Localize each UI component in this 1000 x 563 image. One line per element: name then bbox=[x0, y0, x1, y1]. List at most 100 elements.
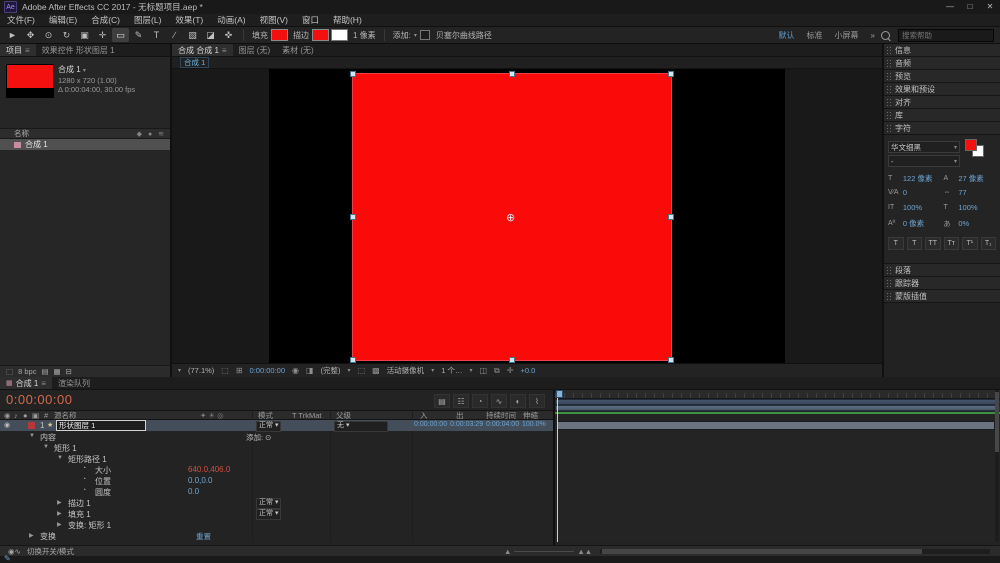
graph-editor-icon[interactable]: ⌇ bbox=[529, 394, 545, 408]
collapse-arrow-icon[interactable]: ▼ bbox=[43, 444, 49, 450]
parent-column-header[interactable]: 父级 bbox=[336, 411, 351, 420]
fill-label[interactable]: 填充 bbox=[252, 30, 268, 41]
menu-item-8[interactable]: 帮助(H) bbox=[326, 14, 369, 26]
stroke-color-swatch[interactable] bbox=[312, 29, 329, 41]
expand-arrow-icon[interactable]: ▶ bbox=[57, 510, 62, 517]
stretch-column-header[interactable]: 伸缩 bbox=[523, 411, 538, 420]
pen-tool[interactable]: ✎ bbox=[130, 28, 147, 42]
faux-style-button-0[interactable]: T bbox=[888, 237, 904, 250]
property-value[interactable]: 640.0,406.0 bbox=[188, 465, 230, 474]
faux-style-button-3[interactable]: Tт bbox=[943, 237, 959, 250]
stopwatch-icon[interactable]: ◔ bbox=[82, 487, 86, 494]
character-value[interactable]: 77 bbox=[958, 188, 996, 197]
menu-item-4[interactable]: 效果(T) bbox=[168, 14, 210, 26]
expand-arrow-icon[interactable]: ▶ bbox=[57, 521, 62, 528]
collapse-arrow-icon[interactable]: ▼ bbox=[57, 455, 63, 461]
menu-item-3[interactable]: 图层(L) bbox=[127, 14, 168, 26]
text-color-swatches[interactable] bbox=[963, 139, 985, 157]
magnification-select[interactable]: (77.1%) bbox=[188, 366, 214, 375]
time-ruler[interactable] bbox=[555, 390, 1000, 399]
collapse-arrow-icon[interactable]: ▼ bbox=[29, 433, 35, 439]
layer-stretch-value[interactable]: 100.0% bbox=[522, 421, 546, 428]
audio-column-icon[interactable]: ♪ bbox=[14, 411, 18, 420]
breadcrumb[interactable]: 合成 1 bbox=[180, 57, 210, 68]
source-name-column-header[interactable]: 源名称 bbox=[54, 411, 77, 420]
layer-row[interactable]: ◉ 1 ★ 正常 ▾ 无 ▾ 0:00:00:00 0:00:03:29 0:0… bbox=[0, 420, 553, 432]
timeline-divider[interactable] bbox=[553, 390, 555, 545]
dock-panel-5[interactable]: 库 bbox=[884, 109, 1000, 122]
puppet-pin-tool[interactable]: ✜ bbox=[220, 28, 237, 42]
hide-shy-layers-icon[interactable]: ◔ bbox=[472, 394, 488, 408]
workspace-1[interactable]: 标准 bbox=[807, 30, 823, 41]
view-layout-select[interactable]: 1 个… bbox=[441, 365, 462, 376]
snapshot-icon[interactable]: ◉ bbox=[292, 366, 299, 375]
new-folder-icon[interactable]: ▤ bbox=[41, 367, 48, 376]
timeline-button-icon[interactable]: ✛ bbox=[507, 366, 514, 375]
panel-menu-icon[interactable]: ≡ bbox=[41, 379, 46, 388]
timeline-vertical-scrollbar[interactable] bbox=[995, 390, 999, 542]
dock-panel-1[interactable]: 音频 bbox=[884, 57, 1000, 70]
panel-divider[interactable] bbox=[170, 44, 172, 377]
tab-effect-controls[interactable]: 效果控件 形状图层 1 bbox=[36, 44, 121, 56]
menu-item-0[interactable]: 文件(F) bbox=[0, 14, 42, 26]
eraser-tool[interactable]: ◪ bbox=[202, 28, 219, 42]
stroke-none-swatch[interactable] bbox=[331, 29, 348, 41]
hand-tool[interactable]: ✥ bbox=[22, 28, 39, 42]
timeline-track-area[interactable] bbox=[555, 390, 1000, 542]
duration-column-header[interactable]: 持续时间 bbox=[486, 411, 516, 420]
tab-layer[interactable]: 图层 (无) bbox=[233, 44, 277, 56]
current-time-display[interactable]: 0:00:00:00 bbox=[6, 392, 72, 407]
stopwatch-icon[interactable]: ◔ bbox=[82, 465, 86, 472]
character-value[interactable]: 122 像素 bbox=[903, 173, 941, 184]
name-column-header[interactable]: 名称 bbox=[14, 128, 29, 139]
font-family-select[interactable]: 华文细黑 ▾ bbox=[888, 141, 960, 153]
selection-tool[interactable]: ► bbox=[4, 28, 21, 42]
eye-icon[interactable]: ◉ bbox=[4, 421, 10, 429]
layer-in-value[interactable]: 0:00:00:00 bbox=[414, 421, 447, 428]
dock-panel-character[interactable]: 字符 bbox=[884, 122, 1000, 135]
layer-duration-bar[interactable] bbox=[557, 421, 995, 430]
dock-panel-bottom-1[interactable]: 跟踪器 bbox=[884, 277, 1000, 290]
faux-style-button-5[interactable]: T₁ bbox=[980, 237, 996, 250]
workspace-2[interactable]: 小屏幕 bbox=[835, 30, 859, 41]
composition-name[interactable]: 合成 1 ▾ bbox=[58, 64, 86, 75]
character-value[interactable]: 27 像素 bbox=[958, 173, 996, 184]
composition-mini-flowchart-icon[interactable]: ▤ bbox=[434, 394, 450, 408]
pixel-aspect-icon[interactable]: ◫ bbox=[479, 366, 487, 375]
safe-guides-icon[interactable]: ⬚ bbox=[221, 366, 229, 375]
frame-blend-toggle-icon[interactable]: ∿ bbox=[15, 547, 21, 556]
menu-item-5[interactable]: 动画(A) bbox=[210, 14, 252, 26]
selection-handle[interactable] bbox=[668, 71, 674, 77]
interpret-footage-icon[interactable]: ⬚ bbox=[6, 367, 13, 376]
dock-panel-0[interactable]: 信息 bbox=[884, 44, 1000, 57]
zoom-tool[interactable]: ⊙ bbox=[40, 28, 57, 42]
close-button[interactable]: ✕ bbox=[980, 0, 1000, 14]
selection-handle[interactable] bbox=[509, 71, 515, 77]
dock-panel-4[interactable]: 对齐 bbox=[884, 96, 1000, 109]
trkmat-column-header[interactable]: T TrkMat bbox=[292, 411, 321, 420]
panel-divider[interactable] bbox=[882, 44, 884, 377]
character-value[interactable]: 0 bbox=[903, 188, 941, 197]
brush-tool[interactable]: ∕ bbox=[166, 28, 183, 42]
character-value[interactable]: 100% bbox=[958, 203, 996, 212]
stroke-width-value[interactable]: 1 像素 bbox=[353, 30, 376, 41]
mode-column-header[interactable]: 模式 bbox=[258, 411, 273, 420]
layer-out-value[interactable]: 0:00:03:29 bbox=[450, 421, 483, 428]
viewer-timecode[interactable]: 0:00:00:00 bbox=[250, 366, 285, 375]
motion-blur-icon[interactable]: ◐ bbox=[510, 394, 526, 408]
project-list-item[interactable]: 合成 1 bbox=[0, 139, 170, 150]
selection-handle[interactable] bbox=[350, 71, 356, 77]
property-value[interactable]: 0.0 bbox=[188, 487, 199, 496]
region-of-interest-icon[interactable]: ⬚ bbox=[358, 366, 366, 375]
active-camera-select[interactable]: 活动摄像机 bbox=[387, 365, 425, 376]
workspace-overflow-button[interactable]: » bbox=[871, 31, 875, 40]
panel-menu-icon[interactable]: ≡ bbox=[222, 46, 227, 55]
group-name[interactable]: 变换 bbox=[40, 531, 56, 542]
layer-label-color[interactable] bbox=[28, 422, 35, 429]
grid-icon[interactable]: ⊞ bbox=[236, 366, 243, 375]
lock-column-icon[interactable]: ▣ bbox=[32, 411, 39, 420]
minimize-button[interactable]: — bbox=[940, 0, 960, 14]
zoom-in-mountain-icon[interactable]: ▲▲ bbox=[577, 547, 592, 556]
selection-handle[interactable] bbox=[668, 214, 674, 220]
character-value[interactable]: 0% bbox=[958, 219, 996, 228]
